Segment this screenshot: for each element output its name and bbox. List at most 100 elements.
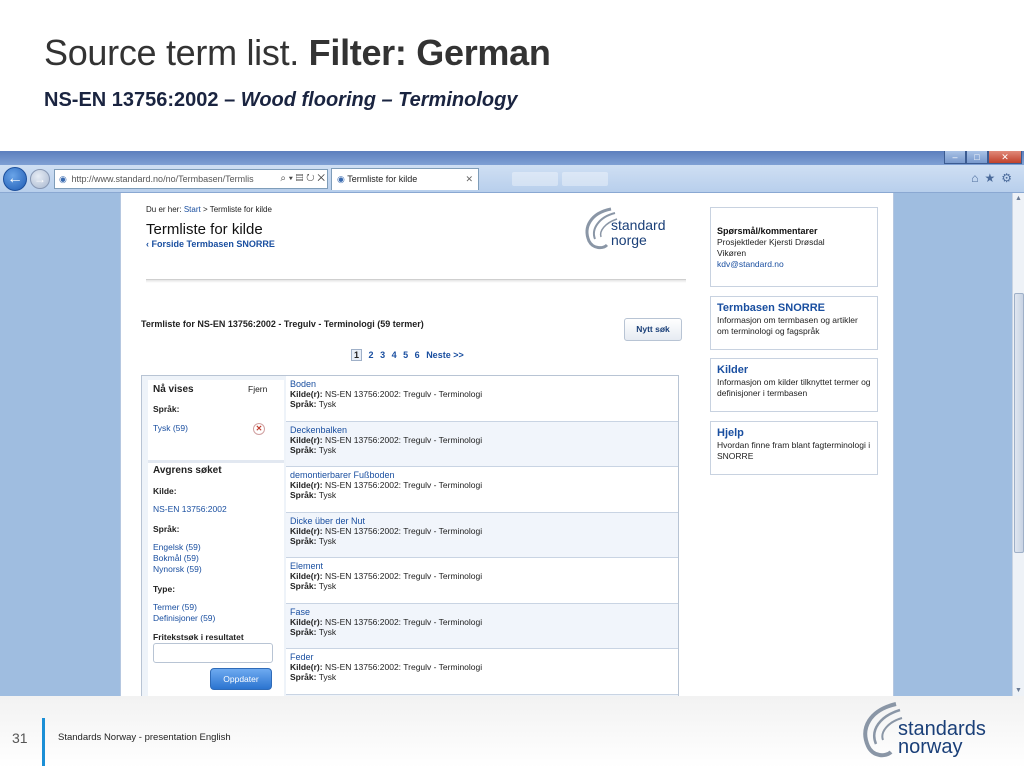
facet-panel: Nå vises Fjern Språk: Tysk (59) ✕ Avgren… bbox=[148, 380, 284, 696]
remove-filter-icon[interactable]: ✕ bbox=[253, 423, 265, 435]
source-label: Kilde(r): bbox=[290, 389, 323, 399]
footer-logo-line2: norway bbox=[898, 736, 963, 758]
lang-label: Språk: bbox=[290, 399, 317, 409]
freetext-label: Fritekstsøk i resultatet bbox=[153, 632, 244, 642]
snorre-info-text: Informasjon om termbasen og artikler om … bbox=[717, 315, 858, 336]
term-link[interactable]: demontierbarer Fußboden bbox=[290, 470, 674, 480]
favorites-star-icon[interactable]: ★ bbox=[984, 171, 1001, 185]
list-item: Deckenbalken Kilde(r): NS-EN 13756:2002:… bbox=[286, 421, 678, 467]
sources-info-box[interactable]: Kilder Informasjon om kilder tilknyttet … bbox=[710, 358, 878, 412]
list-item: Boden Kilde(r): NS-EN 13756:2002: Tregul… bbox=[286, 376, 678, 422]
slide-title: Source term list. Filter: German bbox=[44, 32, 551, 74]
window-controls: – □ ✕ bbox=[944, 151, 1022, 164]
page-link[interactable]: 6 bbox=[415, 350, 420, 360]
term-link[interactable]: Fase bbox=[290, 607, 674, 617]
refine-search-heading: Avgrens søket bbox=[153, 465, 222, 476]
page-link[interactable]: 3 bbox=[380, 350, 385, 360]
home-icon[interactable]: ⌂ bbox=[971, 171, 984, 185]
help-info-title[interactable]: Hjelp bbox=[717, 426, 871, 440]
list-item: Element Kilde(r): NS-EN 13756:2002: Treg… bbox=[286, 558, 678, 604]
back-to-snorre-link[interactable]: ‹ Forside Termbasen SNORRE bbox=[146, 239, 275, 249]
lang-label: Språk: bbox=[290, 535, 317, 546]
slide-title-bold: Filter: German bbox=[308, 32, 551, 73]
source-filter-link[interactable]: NS-EN 13756:2002 bbox=[153, 504, 227, 514]
browser-navbar: ← → ◉ http://www.standard.no/no/Termbase… bbox=[0, 165, 1024, 193]
scroll-up-icon[interactable]: ▲ bbox=[1015, 195, 1022, 202]
page-link[interactable]: 5 bbox=[403, 350, 408, 360]
source-text: NS-EN 13756:2002: Tregulv - Terminologi bbox=[324, 389, 483, 399]
result-list: Boden Kilde(r): NS-EN 13756:2002: Tregul… bbox=[286, 376, 678, 695]
update-button[interactable]: Oppdater bbox=[210, 668, 272, 690]
footer-accent-bar bbox=[42, 718, 45, 766]
type-filter-definitions[interactable]: Definisjoner (59) bbox=[153, 613, 215, 623]
term-link[interactable]: Feder bbox=[290, 652, 674, 662]
dropdown-icon[interactable]: ▾ bbox=[289, 173, 293, 184]
contact-email-link[interactable]: kdv@standard.no bbox=[717, 259, 871, 270]
slide-subtitle-italic: Wood flooring – Terminology bbox=[240, 89, 518, 111]
term-link[interactable]: Boden bbox=[290, 379, 674, 389]
list-item: Dicke über der Nut Kilde(r): NS-EN 13756… bbox=[286, 512, 678, 558]
lang-text: Tysk bbox=[318, 672, 337, 682]
snorre-info-box[interactable]: Termbasen SNORRE Informasjon om termbase… bbox=[710, 296, 878, 350]
window-titlebar: – □ ✕ bbox=[0, 151, 1024, 165]
language-filter-bokmal[interactable]: Bokmål (59) bbox=[153, 553, 199, 563]
language-filter-nynorsk[interactable]: Nynorsk (59) bbox=[153, 564, 202, 574]
freetext-search-input[interactable] bbox=[153, 643, 273, 663]
pagination: 1 2 3 4 5 6 Neste >> bbox=[351, 349, 468, 361]
sources-info-text: Informasjon om kilder tilknyttet termer … bbox=[717, 377, 871, 398]
forward-arrow-icon[interactable]: → bbox=[30, 169, 50, 189]
list-item: Feder Kilde(r): NS-EN 13756:2002: Tregul… bbox=[286, 649, 678, 695]
source-label: Kilde(r): bbox=[290, 525, 323, 536]
term-link[interactable]: Dicke über der Nut bbox=[290, 516, 674, 526]
logo-text-line1: standard bbox=[611, 217, 666, 233]
source-text: NS-EN 13756:2002: Tregulv - Terminologi bbox=[324, 616, 483, 627]
back-arrow-icon[interactable]: ← bbox=[3, 167, 27, 191]
tab-close-icon[interactable]: ✕ bbox=[465, 169, 473, 189]
help-info-box[interactable]: Hjelp Hvordan finne fram blant fagtermin… bbox=[710, 421, 878, 475]
background-tab[interactable] bbox=[562, 172, 608, 186]
source-label: Kilde(r): bbox=[290, 434, 323, 445]
page-link[interactable]: 4 bbox=[392, 350, 397, 360]
next-page-link[interactable]: Neste >> bbox=[426, 350, 464, 360]
snorre-info-title[interactable]: Termbasen SNORRE bbox=[717, 301, 871, 315]
language-filter-english[interactable]: Engelsk (59) bbox=[153, 542, 201, 552]
remove-filter-label: Fjern bbox=[248, 384, 268, 394]
scrollbar-thumb[interactable] bbox=[1014, 293, 1024, 553]
new-search-button[interactable]: Nytt søk bbox=[624, 318, 682, 341]
settings-gear-icon[interactable]: ⚙ bbox=[1001, 171, 1018, 185]
term-list-heading: Termliste for NS-EN 13756:2002 - Tregulv… bbox=[141, 319, 424, 329]
page-link[interactable]: 2 bbox=[369, 350, 374, 360]
slide-title-plain: Source term list. bbox=[44, 32, 309, 73]
term-link[interactable]: Element bbox=[290, 561, 674, 571]
language-label-refine: Språk: bbox=[153, 524, 180, 534]
breadcrumb-start-link[interactable]: Start bbox=[184, 205, 201, 214]
source-label: Kilde(r): bbox=[290, 662, 323, 672]
search-icon[interactable]: ⌕ bbox=[280, 173, 286, 184]
standard-norge-logo[interactable]: standard norge bbox=[581, 203, 681, 255]
sources-info-title[interactable]: Kilder bbox=[717, 363, 871, 377]
web-page: Du er her: Start > Termliste for kilde T… bbox=[120, 193, 894, 696]
page-current: 1 bbox=[351, 349, 363, 361]
background-tab[interactable] bbox=[512, 172, 558, 186]
close-window-icon[interactable]: ✕ bbox=[988, 151, 1022, 164]
maximize-icon[interactable]: □ bbox=[966, 151, 988, 164]
source-text: NS-EN 13756:2002: Tregulv - Terminologi bbox=[324, 571, 483, 581]
browser-window: – □ ✕ ← → ◉ http://www.standard.no/no/Te… bbox=[0, 151, 1024, 696]
stop-icon[interactable]: ✕ bbox=[317, 173, 325, 184]
lang-text: Tysk bbox=[318, 535, 337, 546]
breadcrumb: Du er her: Start > Termliste for kilde bbox=[146, 205, 272, 214]
page-scrollbar[interactable]: ▲ ▼ bbox=[1012, 193, 1024, 696]
help-info-text: Hvordan finne fram blant fagterminologi … bbox=[717, 440, 871, 461]
active-filter-german[interactable]: Tysk (59) bbox=[153, 423, 188, 433]
compat-view-icon[interactable]: ▤ bbox=[296, 173, 304, 184]
type-filter-terms[interactable]: Termer (59) bbox=[153, 602, 197, 612]
address-bar[interactable]: ◉ http://www.standard.no/no/Termbasen/Te… bbox=[54, 169, 328, 189]
footer-text: Standards Norway - presentation English bbox=[58, 732, 231, 743]
minimize-icon[interactable]: – bbox=[944, 151, 966, 164]
language-label: Språk: bbox=[153, 404, 180, 414]
scroll-down-icon[interactable]: ▼ bbox=[1015, 687, 1022, 694]
term-link[interactable]: Deckenbalken bbox=[290, 425, 674, 435]
browser-tab[interactable]: ◉ Termliste for kilde ✕ bbox=[331, 168, 479, 190]
refresh-icon[interactable]: ↻ bbox=[306, 173, 314, 184]
type-label: Type: bbox=[153, 584, 176, 594]
